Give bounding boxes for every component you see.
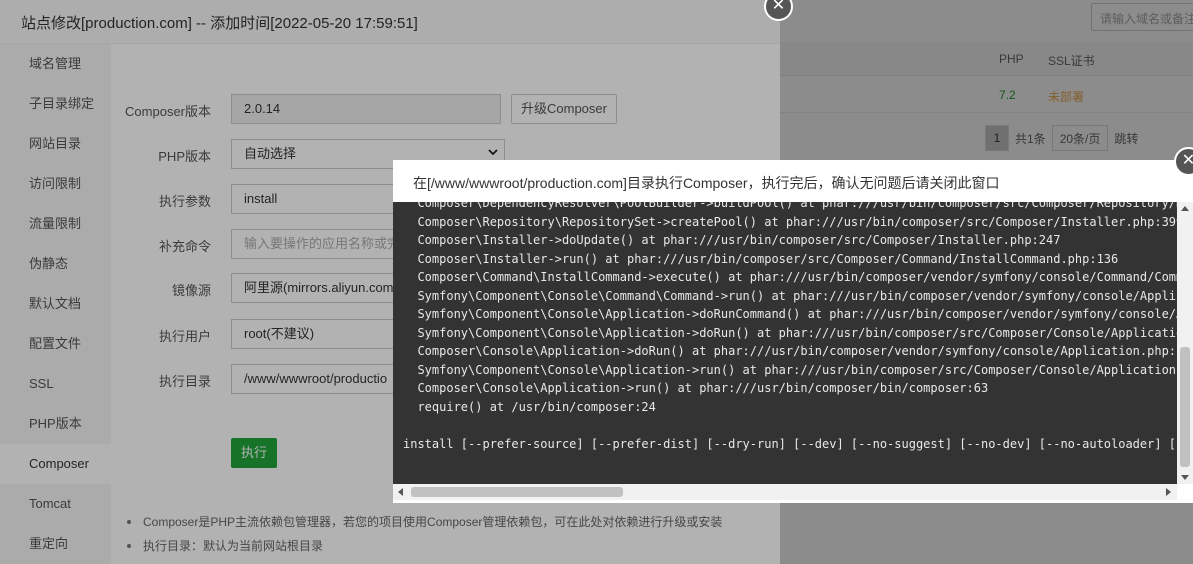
terminal-line: Symfony\Component\Console\Command\Comman… <box>403 288 1177 303</box>
terminal-line: Composer\Console\Application->run() at p… <box>403 381 989 395</box>
scroll-left-icon[interactable] <box>398 488 403 496</box>
terminal-line: Symfony\Component\Console\Application->r… <box>403 362 1177 377</box>
terminal-line: Symfony\Component\Console\Application->d… <box>403 325 1177 340</box>
terminal-line: Composer\Command\InstallCommand->execute… <box>403 270 1177 284</box>
horizontal-scrollbar[interactable] <box>393 484 1177 500</box>
terminal-line: Composer\DependencyResolver\PoolBuilder-… <box>403 202 1177 210</box>
scroll-right-icon[interactable] <box>1166 488 1171 496</box>
terminal-output: Composer\DependencyResolver\PoolBuilder-… <box>393 202 1177 484</box>
composer-output-dialog: 在[/www/wwwroot/production.com]目录执行Compos… <box>393 147 1193 503</box>
terminal-line: Composer\Console\Application->doRun() at… <box>403 344 1177 358</box>
terminal-line: Symfony\Component\Console\Application->d… <box>403 307 1177 321</box>
scroll-thumb[interactable] <box>1180 347 1190 467</box>
vertical-scrollbar[interactable] <box>1177 202 1193 484</box>
terminal-lines: Composer\DependencyResolver\PoolBuilder-… <box>403 202 1177 453</box>
scroll-down-icon[interactable] <box>1181 475 1189 480</box>
terminal-line: Composer\Installer->run() at phar:///usr… <box>403 251 1119 266</box>
terminal-line: Composer\Installer->doUpdate() at phar:/… <box>403 233 1061 247</box>
terminal-line: Composer\Repository\RepositorySet->creat… <box>403 214 1177 229</box>
scroll-thumb[interactable] <box>411 487 623 497</box>
terminal-line: require() at /usr/bin/composer:24 <box>403 399 656 414</box>
terminal-title: 在[/www/wwwroot/production.com]目录执行Compos… <box>393 160 1193 202</box>
terminal-line: install [--prefer-source] [--prefer-dist… <box>403 436 1177 451</box>
scroll-up-icon[interactable] <box>1181 206 1189 211</box>
